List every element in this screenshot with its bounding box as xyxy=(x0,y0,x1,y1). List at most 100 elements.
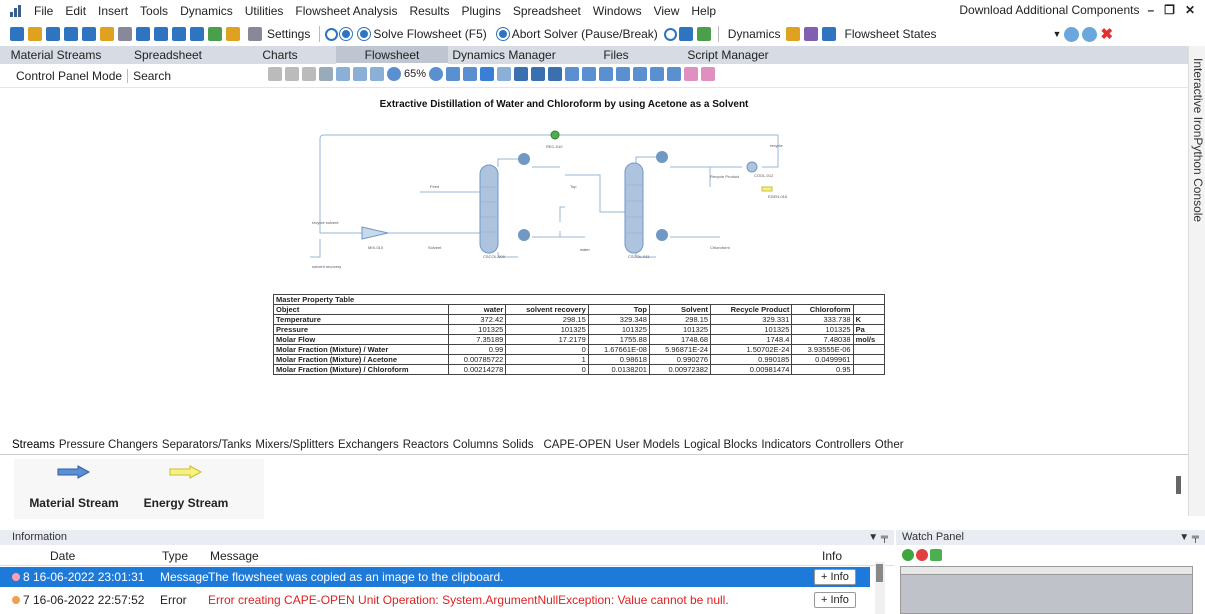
grid-icon[interactable] xyxy=(226,27,240,41)
tools-icon[interactable] xyxy=(118,27,132,41)
chart-icon[interactable] xyxy=(336,67,350,81)
panel-icon[interactable] xyxy=(172,27,186,41)
more-info-button[interactable]: + Info xyxy=(814,592,856,608)
recycle-icon[interactable] xyxy=(208,27,222,41)
watch-grid[interactable] xyxy=(900,566,1193,614)
palette-tab-reactors[interactable]: Reactors xyxy=(401,439,451,451)
solve-flowsheet-button[interactable]: Solve Flowsheet (F5) xyxy=(354,27,490,41)
process-diagram[interactable]: REC-010 recycle Recycle Product COOL-012… xyxy=(300,127,800,282)
palette-tab-controllers[interactable]: Controllers xyxy=(813,439,873,451)
restore-state-icon[interactable] xyxy=(1064,26,1080,42)
menu-plugins[interactable]: Plugins xyxy=(455,4,506,18)
new-icon[interactable] xyxy=(10,27,24,41)
palette-item-energy-stream[interactable]: Energy Stream xyxy=(126,465,246,510)
dropdown-arrow-icon[interactable]: ▼ xyxy=(1053,29,1062,39)
zoom-out-icon[interactable] xyxy=(463,67,478,81)
export-dropdown-icon[interactable] xyxy=(696,27,711,41)
tab-charts[interactable]: Charts xyxy=(224,46,336,64)
copy-icon[interactable] xyxy=(285,67,299,81)
distribute-icon[interactable] xyxy=(667,67,682,81)
palette-tab-streams[interactable]: Streams xyxy=(10,439,57,451)
power-icon[interactable] xyxy=(325,27,339,41)
monitor-icon[interactable] xyxy=(822,27,837,41)
save-icon[interactable] xyxy=(46,27,60,41)
download-components-link[interactable]: Download Additional Components xyxy=(959,3,1139,17)
grid-toggle-icon[interactable] xyxy=(497,67,512,81)
align-right-icon[interactable] xyxy=(599,67,614,81)
palette-tab-exchangers[interactable]: Exchangers xyxy=(336,439,401,451)
more-info-button[interactable]: + Info xyxy=(814,569,856,585)
tab-script-manager[interactable]: Script Manager xyxy=(672,46,784,64)
paste-icon[interactable] xyxy=(302,67,316,81)
info-icon[interactable] xyxy=(190,27,204,41)
abort-solver-button[interactable]: Abort Solver (Pause/Break) xyxy=(493,27,662,41)
search-button[interactable]: Search xyxy=(133,69,171,83)
align-middle-icon[interactable] xyxy=(633,67,648,81)
menu-utilities[interactable]: Utilities xyxy=(239,4,290,18)
menu-file[interactable]: File xyxy=(28,4,59,18)
align-bottom-icon[interactable] xyxy=(650,67,665,81)
menu-windows[interactable]: Windows xyxy=(587,4,648,18)
control-panel-mode-button[interactable]: Control Panel Mode xyxy=(16,68,129,83)
menu-results[interactable]: Results xyxy=(403,4,455,18)
delete-state-icon[interactable]: ✖ xyxy=(1100,25,1113,43)
layout-icon[interactable] xyxy=(136,27,150,41)
ungroup-icon[interactable] xyxy=(701,67,716,81)
refresh-watch-icon[interactable] xyxy=(930,549,942,561)
save-state-icon[interactable] xyxy=(1082,26,1098,42)
palette-scrollbar[interactable] xyxy=(1176,476,1181,494)
flowsheet-states-button[interactable]: Flowsheet States xyxy=(840,27,940,41)
text-icon[interactable] xyxy=(319,67,333,81)
close-icon[interactable]: ✕ xyxy=(1183,3,1197,17)
add-watch-icon[interactable] xyxy=(902,549,914,561)
cut-icon[interactable] xyxy=(268,67,282,81)
align-center-icon[interactable] xyxy=(582,67,597,81)
color-icon[interactable] xyxy=(480,67,495,81)
minimize-icon[interactable]: – xyxy=(1145,3,1156,17)
power-toggle-icon[interactable] xyxy=(663,27,677,41)
open-icon[interactable] xyxy=(28,27,42,41)
palette-tab-cape-open[interactable]: CAPE-OPEN xyxy=(542,439,614,451)
menu-view[interactable]: View xyxy=(648,4,686,18)
tab-flowsheet[interactable]: Flowsheet xyxy=(336,46,448,64)
align-left-icon[interactable] xyxy=(565,67,580,81)
menu-flowsheet-analysis[interactable]: Flowsheet Analysis xyxy=(289,4,403,18)
palette-tab-indicators[interactable]: Indicators xyxy=(759,439,813,451)
table-icon[interactable] xyxy=(370,67,384,81)
menu-spreadsheet[interactable]: Spreadsheet xyxy=(507,4,587,18)
col-date[interactable]: Date xyxy=(50,549,162,563)
dynamics-button[interactable]: Dynamics xyxy=(724,27,785,41)
palette-tab-columns[interactable]: Columns xyxy=(451,439,500,451)
palette-tab-mixers[interactable]: Mixers/Splitters xyxy=(253,439,336,451)
menu-dynamics[interactable]: Dynamics xyxy=(174,4,239,18)
master-property-table[interactable]: Master Property Table Object water solve… xyxy=(272,294,886,375)
tab-material-streams[interactable]: Material Streams xyxy=(0,46,112,64)
zoom-icon[interactable] xyxy=(387,67,401,81)
image-icon[interactable] xyxy=(353,67,367,81)
zoom-fit-icon[interactable] xyxy=(446,67,461,81)
print-icon[interactable] xyxy=(514,67,529,81)
col-info[interactable]: Info xyxy=(822,549,842,563)
palette-tab-user-models[interactable]: User Models xyxy=(613,439,682,451)
play-icon[interactable] xyxy=(340,28,353,40)
tab-dynamics-manager[interactable]: Dynamics Manager xyxy=(448,46,560,64)
menu-tools[interactable]: Tools xyxy=(134,4,174,18)
schedule-icon[interactable] xyxy=(804,27,819,41)
menu-help[interactable]: Help xyxy=(685,4,722,18)
info-row[interactable]: 8 16-06-2022 23:01:31 Message The flowsh… xyxy=(0,567,870,587)
palette-tab-logical-blocks[interactable]: Logical Blocks xyxy=(682,439,760,451)
palette-tab-pressure-changers[interactable]: Pressure Changers xyxy=(57,439,160,451)
menu-edit[interactable]: Edit xyxy=(59,4,92,18)
watch-pin-icon[interactable]: ▼ ╤ xyxy=(1179,530,1199,545)
col-message[interactable]: Message xyxy=(210,549,822,563)
ironpython-console-tab[interactable]: Interactive IronPython Console xyxy=(1188,46,1205,516)
save-as-icon[interactable] xyxy=(64,27,78,41)
compound-icon[interactable] xyxy=(100,27,114,41)
export-icon[interactable] xyxy=(548,67,563,81)
menu-insert[interactable]: Insert xyxy=(92,4,134,18)
settings-button[interactable]: Settings xyxy=(244,27,314,41)
tab-spreadsheet[interactable]: Spreadsheet xyxy=(112,46,224,64)
information-scrollbar[interactable] xyxy=(875,562,885,614)
split-icon[interactable] xyxy=(154,27,168,41)
zoom-in-icon[interactable] xyxy=(429,67,444,81)
